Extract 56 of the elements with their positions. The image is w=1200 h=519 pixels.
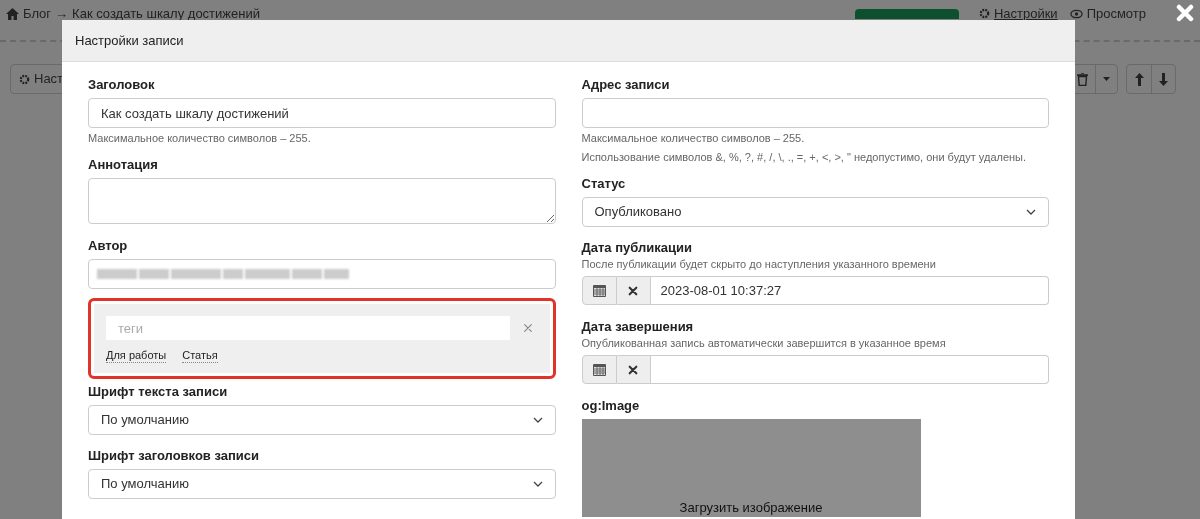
field-label: Дата публикации (581, 240, 693, 256)
tag-link[interactable]: Статья (182, 348, 218, 363)
field-label: og:Image (581, 398, 641, 414)
blurred-field[interactable] (88, 259, 556, 289)
field-label: Аннотация (88, 157, 159, 173)
publish-button[interactable] (854, 8, 959, 19)
field-hint: После публикации будет скрыто до наступления указанного времени (581, 257, 937, 272)
field-label: Статус (581, 176, 627, 192)
chevron-down-icon (1026, 209, 1036, 215)
field-label: Адрес записи (581, 77, 671, 93)
arrow-down-icon (1159, 72, 1168, 86)
trash-icon (1076, 72, 1088, 86)
select-field[interactable]: Опубликовано (581, 197, 1049, 227)
calendar-button[interactable] (581, 355, 617, 384)
caret-icon (1103, 77, 1110, 81)
field-hint: Использование символов &, %, ?, #, /, \, ., =, +, <, >, " недопустимо, они будут удалены. (581, 150, 1028, 165)
chevron-down-icon (532, 481, 543, 487)
clear-icon (628, 285, 638, 296)
text-field[interactable] (581, 98, 1049, 128)
breadcrumb-separator: → (55, 5, 69, 23)
eye-icon (1069, 8, 1083, 19)
dialog-title: Настройки записи (75, 31, 184, 50)
close-icon (1176, 4, 1194, 22)
select-field[interactable]: По умолчанию (88, 405, 556, 435)
home-icon (6, 7, 19, 20)
arrow-up-icon (1134, 72, 1144, 86)
chevron-down-icon (532, 417, 543, 423)
field-hint: Максимальное количество символов – 255. (88, 131, 312, 146)
field-label: Автор (88, 238, 129, 254)
calendar-icon (592, 363, 606, 376)
tag-link[interactable]: Для работы (106, 348, 167, 363)
calendar-icon (592, 284, 606, 297)
text-field[interactable]: Как создать шкалу достижений (88, 98, 556, 128)
tags-field[interactable]: теги (106, 316, 510, 340)
field-label: Шрифт текста записи (88, 384, 229, 400)
close-icon (522, 323, 533, 333)
preview-link[interactable]: Просмотр (1086, 4, 1146, 24)
clear-button[interactable] (616, 276, 651, 305)
textarea-field[interactable] (88, 178, 556, 224)
clear-button[interactable] (616, 355, 651, 384)
calendar-button[interactable] (581, 276, 617, 305)
field-label: Заголовок (88, 77, 156, 93)
select-field[interactable]: По умолчанию (88, 469, 556, 499)
date-field[interactable]: 2023-08-01 10:37:27 (650, 276, 1049, 305)
field-hint: Опубликованная запись автоматически завершится в указанное время (581, 336, 947, 351)
date-field[interactable] (650, 355, 1049, 384)
clear-icon (628, 364, 638, 375)
field-hint: Максимальное количество символов – 255. (581, 131, 806, 146)
settings-link[interactable]: Настройки (993, 4, 1058, 24)
close-button[interactable] (1174, 2, 1196, 24)
upload-label: Загрузить изображение (679, 500, 823, 516)
field-label: Шрифт заголовков записи (88, 448, 261, 464)
breadcrumb-link[interactable]: Блог (23, 4, 52, 24)
field-label: Дата завершения (581, 319, 695, 335)
image-upload-area[interactable]: Загрузить изображение (581, 419, 921, 517)
breadcrumb-current: Как создать шкалу достижений (72, 5, 260, 23)
